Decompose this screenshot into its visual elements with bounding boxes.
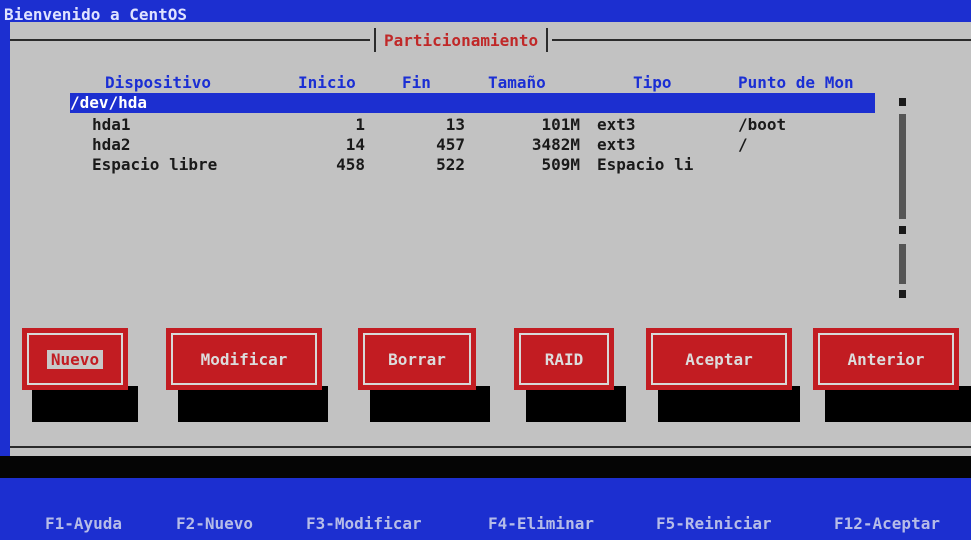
partitioning-dialog: Particionamiento Dispositivo Inicio Fin … — [10, 22, 971, 456]
device-group: /dev/hda — [70, 93, 148, 112]
table-row[interactable]: hda1 1 13 101M ext3 /boot — [70, 115, 875, 135]
delete-button[interactable]: Borrar — [358, 328, 476, 390]
col-header-mount: Punto de Mon — [738, 73, 854, 92]
cell-start: 14 — [345, 135, 365, 154]
back-button[interactable]: Anterior — [813, 328, 959, 390]
fkey-reset[interactable]: F5-Reiniciar — [656, 514, 772, 533]
raid-button-label: RAID — [544, 349, 584, 369]
back-button-label: Anterior — [847, 349, 925, 369]
cell-size: 101M — [541, 115, 580, 134]
modify-button-label: Modificar — [200, 349, 288, 369]
function-key-bar: F1-Ayuda F2-Nuevo F3-Modificar F4-Elimin… — [0, 508, 971, 538]
scrollbar-thumb[interactable] — [899, 226, 906, 234]
cell-device: hda1 — [92, 115, 131, 134]
cell-device: Espacio libre — [92, 155, 218, 174]
scrollbar-down-marker[interactable] — [899, 290, 906, 298]
raid-button[interactable]: RAID — [514, 328, 614, 390]
fkey-modify[interactable]: F3-Modificar — [306, 514, 422, 533]
dialog-separator — [10, 446, 971, 448]
col-header-type: Tipo — [633, 73, 672, 92]
cell-type: ext3 — [597, 115, 636, 134]
cell-mount: /boot — [738, 115, 787, 134]
cell-end: 457 — [436, 135, 465, 154]
col-header-size: Tamaño — [488, 73, 546, 92]
accept-button[interactable]: Aceptar — [646, 328, 792, 390]
cell-end: 13 — [445, 115, 465, 134]
cell-end: 522 — [436, 155, 465, 174]
fkey-help[interactable]: F1-Ayuda — [45, 514, 122, 533]
cell-type: Espacio li — [597, 155, 694, 174]
table-row[interactable]: hda2 14 457 3482M ext3 / — [70, 135, 875, 155]
fkey-delete[interactable]: F4-Eliminar — [488, 514, 594, 533]
cell-type: ext3 — [597, 135, 636, 154]
table-row[interactable]: Espacio libre 458 522 509M Espacio li — [70, 155, 875, 175]
new-button[interactable]: Nuevo — [22, 328, 128, 390]
table-row-selected[interactable]: /dev/hda — [70, 93, 875, 113]
new-button-label: Nuevo — [46, 349, 104, 369]
window-shadow — [0, 456, 971, 478]
cell-size: 3482M — [531, 135, 580, 154]
scrollbar-track[interactable] — [899, 114, 906, 219]
modify-button[interactable]: Modificar — [166, 328, 322, 390]
cell-device: hda2 — [92, 135, 131, 154]
fkey-accept[interactable]: F12-Aceptar — [834, 514, 940, 533]
cell-start: 1 — [355, 115, 365, 134]
scrollbar-track-lower[interactable] — [899, 244, 906, 284]
delete-button-label: Borrar — [388, 349, 446, 369]
cell-start: 458 — [336, 155, 365, 174]
dialog-title: Particionamiento — [384, 30, 539, 50]
cell-mount: / — [738, 135, 748, 154]
col-header-start: Inicio — [298, 73, 356, 92]
fkey-new[interactable]: F2-Nuevo — [176, 514, 253, 533]
col-header-end: Fin — [402, 73, 431, 92]
col-header-device: Dispositivo — [105, 73, 211, 92]
accept-button-label: Aceptar — [685, 349, 753, 369]
scrollbar-up-marker[interactable] — [899, 98, 906, 106]
title-bracket-right — [546, 28, 549, 52]
cell-size: 509M — [541, 155, 580, 174]
dialog-title-box: Particionamiento — [370, 27, 553, 53]
